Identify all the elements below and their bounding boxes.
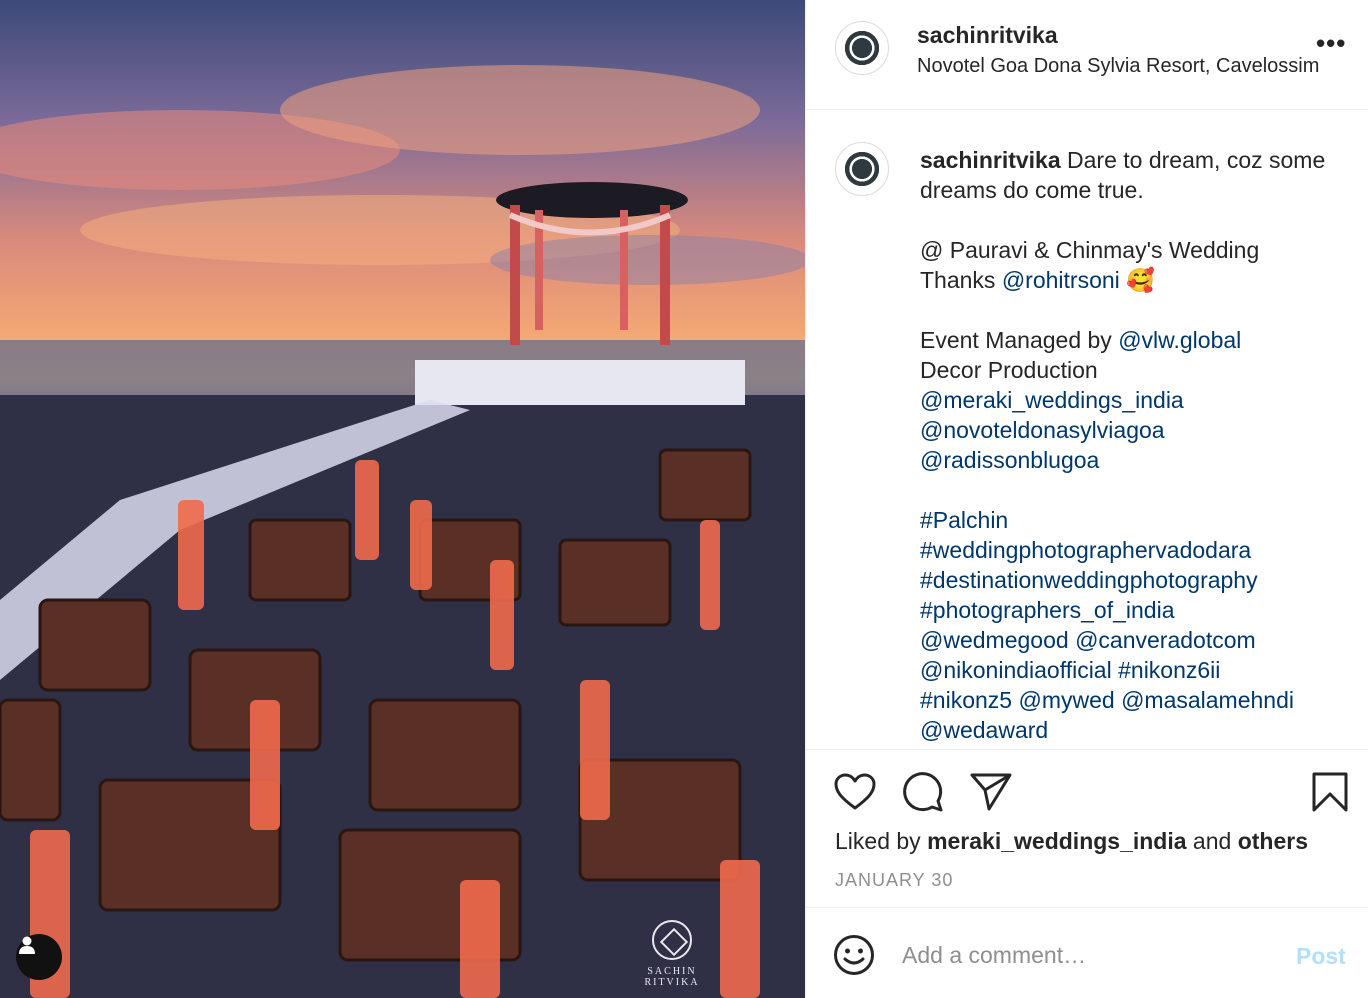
share-button[interactable] [969,770,1013,814]
share-icon [970,773,1012,811]
comment-input[interactable] [902,937,1262,973]
caption-username[interactable]: sachinritvika [920,147,1061,173]
comment-icon [903,772,943,812]
likes-summary: Liked by meraki_weddings_india and other… [835,828,1308,855]
avatar-logo-icon [842,149,882,189]
liked-by-user-link[interactable]: meraki_weddings_india [927,828,1186,854]
wedding-scene-illustration [0,65,805,998]
mention-link[interactable]: @canveradotcom [1075,627,1256,653]
mention-link[interactable]: @vlw.global [1118,327,1241,353]
caption-text: Decor Production [920,357,1098,383]
avatar[interactable] [835,21,889,75]
post-username[interactable]: sachinritvika [917,22,1058,49]
emoji-button[interactable] [832,933,876,977]
post-caption: sachinritvika Dare to dream, coz some dr… [920,145,1350,745]
caption-text: @ Pauravi & Chinmay's Wedding [920,237,1260,263]
bookmark-icon [1312,772,1348,812]
mention-link[interactable]: @rohitrsoni [1002,267,1120,293]
comments-section: sachinritvika Dare to dream, coz some dr… [806,110,1368,750]
emoji-icon [834,935,874,975]
caption-text: Event Managed by [920,327,1119,353]
caption-text: Thanks [920,267,1002,293]
likes-middle: and [1186,828,1238,854]
mention-link[interactable]: @nikonindiaofficial [920,657,1112,683]
watermark-logo-icon [652,920,692,960]
save-button[interactable] [1308,770,1352,814]
mention-link[interactable]: @wedmegood [920,627,1069,653]
add-comment-bar: Post [806,909,1368,998]
mention-link[interactable]: @mywed [1018,687,1114,713]
liked-by-others-link[interactable]: others [1238,828,1308,854]
hashtag-link[interactable]: #nikonz5 [920,687,1012,713]
emoji-text: 🥰 [1126,267,1155,293]
caption-avatar[interactable] [835,142,889,196]
likes-prefix: Liked by [835,828,928,854]
watermark-text: SACHIN RITVIKA [644,966,700,988]
hashtag-link[interactable]: #weddingphotographervadodara [920,535,1350,565]
hashtag-link[interactable]: #destinationweddingphotography [920,565,1350,595]
post-comment-button[interactable]: Post [1296,943,1346,970]
user-tag-icon [19,936,35,954]
post-date[interactable]: JANUARY 30 [835,870,953,891]
photographer-watermark: SACHIN RITVIKA [622,920,722,988]
tagged-users-button[interactable] [16,934,62,980]
mention-link[interactable]: @wedaward [920,715,1350,745]
like-button[interactable] [833,770,877,814]
post-actions: Liked by meraki_weddings_india and other… [806,750,1368,908]
hashtag-link[interactable]: #nikonz6ii [1118,657,1220,683]
post-photo[interactable]: SACHIN RITVIKA [0,0,805,998]
comment-button[interactable] [901,770,945,814]
heart-icon [834,773,876,810]
mention-link[interactable]: @meraki_weddings_india [920,385,1350,415]
post-side-panel: sachinritvika Novotel Goa Dona Sylvia Re… [805,0,1368,998]
post-location[interactable]: Novotel Goa Dona Sylvia Resort, Caveloss… [917,55,1345,78]
hashtag-link[interactable]: #Palchin [920,505,1350,535]
avatar-logo-icon [842,28,882,68]
hashtag-link[interactable]: #photographers_of_india [920,595,1350,625]
mention-link[interactable]: @novoteldonasylviagoa [920,415,1350,445]
mention-link[interactable]: @radissonblugoa [920,445,1350,475]
more-options-icon[interactable]: ••• [1316,28,1346,59]
mention-link[interactable]: @masalamehndi [1121,687,1294,713]
post-header: sachinritvika Novotel Goa Dona Sylvia Re… [806,0,1368,110]
